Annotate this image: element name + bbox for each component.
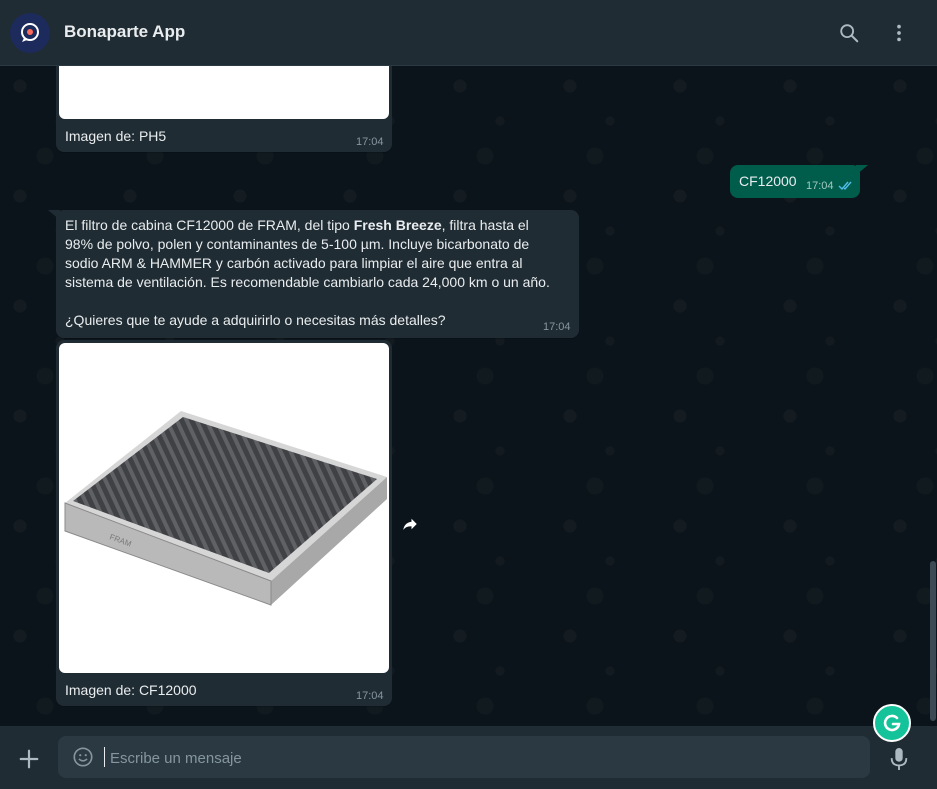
composer-bar [0,726,937,789]
message-line: sistema de ventilación. Es recomendable … [65,274,550,290]
message-time: 17:04 [356,690,384,702]
image-caption: Imagen de: PH5 [65,128,167,144]
double-check-read-icon [838,181,852,191]
message-line: El filtro de cabina CF12000 de FRAM, del… [65,217,529,233]
forward-icon [403,518,417,530]
menu-button[interactable] [885,19,913,47]
product-image-cf12000[interactable]: FRAM [59,343,389,673]
kebab-menu-icon [897,24,901,42]
message-line [65,292,575,311]
grammarly-button[interactable] [873,704,911,742]
app-title: Bonaparte App [64,22,186,41]
app-avatar[interactable] [10,13,50,53]
message-line: ¿Quieres que te ayude a adquirirlo o nec… [65,312,446,328]
text-caret [104,747,105,767]
chat-header: Bonaparte App [0,0,937,66]
message-body: El filtro de cabina CF12000 de FRAM, del… [65,216,575,330]
image-caption: Imagen de: CF12000 [65,682,197,698]
search-icon [840,24,859,43]
message-input[interactable] [108,736,852,780]
message-time: 17:04 [806,180,834,192]
message-time: 17:04 [356,136,384,148]
product-image-ph5[interactable] [59,66,389,119]
scrollbar-thumb[interactable] [930,561,936,721]
outgoing-message[interactable]: CF12000 17:04 [730,165,860,198]
cabin-air-filter-image: FRAM [64,411,387,606]
image-message-cf12000[interactable]: FRAM Imagen de: CF12000 17:04 [56,340,392,706]
bubble-tail-out [856,165,868,175]
bonaparte-logo-icon [21,23,39,42]
message-input-wrapper [58,736,870,780]
message-line: sodio ARM & HAMMER y carbón activado par… [65,255,523,271]
sticker-emoji-icon[interactable] [72,746,94,768]
grammarly-icon [883,714,901,732]
image-message-ph5[interactable]: Imagen de: PH5 17:04 [56,66,392,152]
incoming-text-message[interactable]: El filtro de cabina CF12000 de FRAM, del… [56,210,579,338]
message-time: 17:04 [543,321,571,333]
search-button[interactable] [835,19,863,47]
plus-icon [19,749,39,769]
chat-area[interactable]: Imagen de: PH5 17:04 CF12000 17:04 El fi… [0,66,937,726]
message-text: CF12000 [739,173,797,189]
message-line: 98% de polvo, polen y contaminantes de 5… [65,236,530,252]
forward-button[interactable] [396,510,424,538]
microphone-icon[interactable] [888,746,910,772]
scrollbar[interactable] [929,66,937,726]
attach-button[interactable] [16,746,42,772]
